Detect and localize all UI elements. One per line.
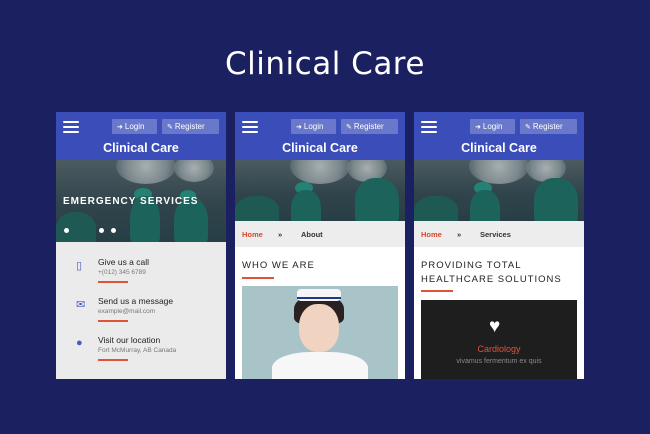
service-card-title: Cardiology	[477, 344, 521, 354]
top-bar: ➜ Login ✎ Register Clinical Care	[235, 112, 405, 160]
login-button[interactable]: ➜ Login	[470, 119, 515, 134]
hero-caption: EMERGENCY SERVICES	[63, 196, 199, 207]
login-button[interactable]: ➜ Login	[112, 119, 157, 134]
service-card[interactable]: ♥ Cardiology vivamus fermentum ex quis	[421, 300, 577, 379]
edit-icon: ✎	[167, 124, 173, 131]
register-button[interactable]: ✎ Register	[162, 119, 219, 134]
breadcrumb: Home » About	[235, 221, 405, 247]
sign-in-icon: ➜	[117, 124, 123, 131]
edit-icon: ✎	[346, 124, 352, 131]
sign-in-icon: ➜	[475, 124, 481, 131]
hero-image	[235, 160, 405, 221]
section-heading-line2: HEALTHCARE SOLUTIONS	[421, 274, 562, 285]
slider-dot[interactable]	[111, 228, 116, 233]
phone-icon: ▯	[76, 260, 83, 272]
map-marker-icon: ●	[76, 337, 83, 349]
top-bar: ➜ Login ✎ Register Clinical Care	[414, 112, 584, 160]
top-bar: ➜ Login ✎ Register Clinical Care	[56, 112, 226, 160]
section-heading-line1: PROVIDING TOTAL	[421, 260, 522, 271]
sign-in-icon: ➜	[296, 124, 302, 131]
breadcrumb-home-link[interactable]: Home	[242, 230, 263, 239]
breadcrumb-separator: »	[278, 230, 283, 239]
hamburger-menu-icon[interactable]	[242, 121, 258, 133]
slider-dot[interactable]	[99, 228, 104, 233]
hamburger-menu-icon[interactable]	[63, 121, 79, 133]
page-title: Clinical Care	[225, 46, 425, 82]
app-title: Clinical Care	[461, 141, 537, 155]
phone-preview-about: ➜ Login ✎ Register Clinical Care Home » Ab…	[235, 112, 405, 379]
app-title: Clinical Care	[103, 141, 179, 155]
contact-panel: ▯ Give us a call +(012) 345 6789 ✉ Send …	[56, 242, 226, 379]
section-underline	[242, 277, 274, 279]
breadcrumb-separator: »	[457, 230, 462, 239]
login-button[interactable]: ➜ Login	[291, 119, 336, 134]
breadcrumb: Home » Services	[414, 221, 584, 247]
hero-slider[interactable]: EMERGENCY SERVICES	[56, 160, 226, 242]
register-button[interactable]: ✎ Register	[520, 119, 577, 134]
service-card-text: vivamus fermentum ex quis	[456, 358, 542, 365]
breadcrumb-current: Services	[480, 230, 511, 239]
breadcrumb-current: About	[301, 230, 323, 239]
section-underline	[421, 290, 453, 292]
section-heading: WHO WE ARE	[242, 260, 315, 271]
breadcrumb-home-link[interactable]: Home	[421, 230, 442, 239]
phone-preview-services: ➜ Login ✎ Register Clinical Care Home » Se…	[414, 112, 584, 379]
heart-icon: ♥	[489, 316, 501, 337]
hero-image	[414, 160, 584, 221]
phone-preview-home: ➜ Login ✎ Register Clinical Care EMERGENCY…	[56, 112, 226, 379]
app-title: Clinical Care	[282, 141, 358, 155]
hamburger-menu-icon[interactable]	[421, 121, 437, 133]
edit-icon: ✎	[525, 124, 531, 131]
slider-dot[interactable]	[64, 228, 69, 233]
envelope-icon: ✉	[76, 299, 86, 311]
nurse-photo	[242, 286, 398, 379]
register-button[interactable]: ✎ Register	[341, 119, 398, 134]
